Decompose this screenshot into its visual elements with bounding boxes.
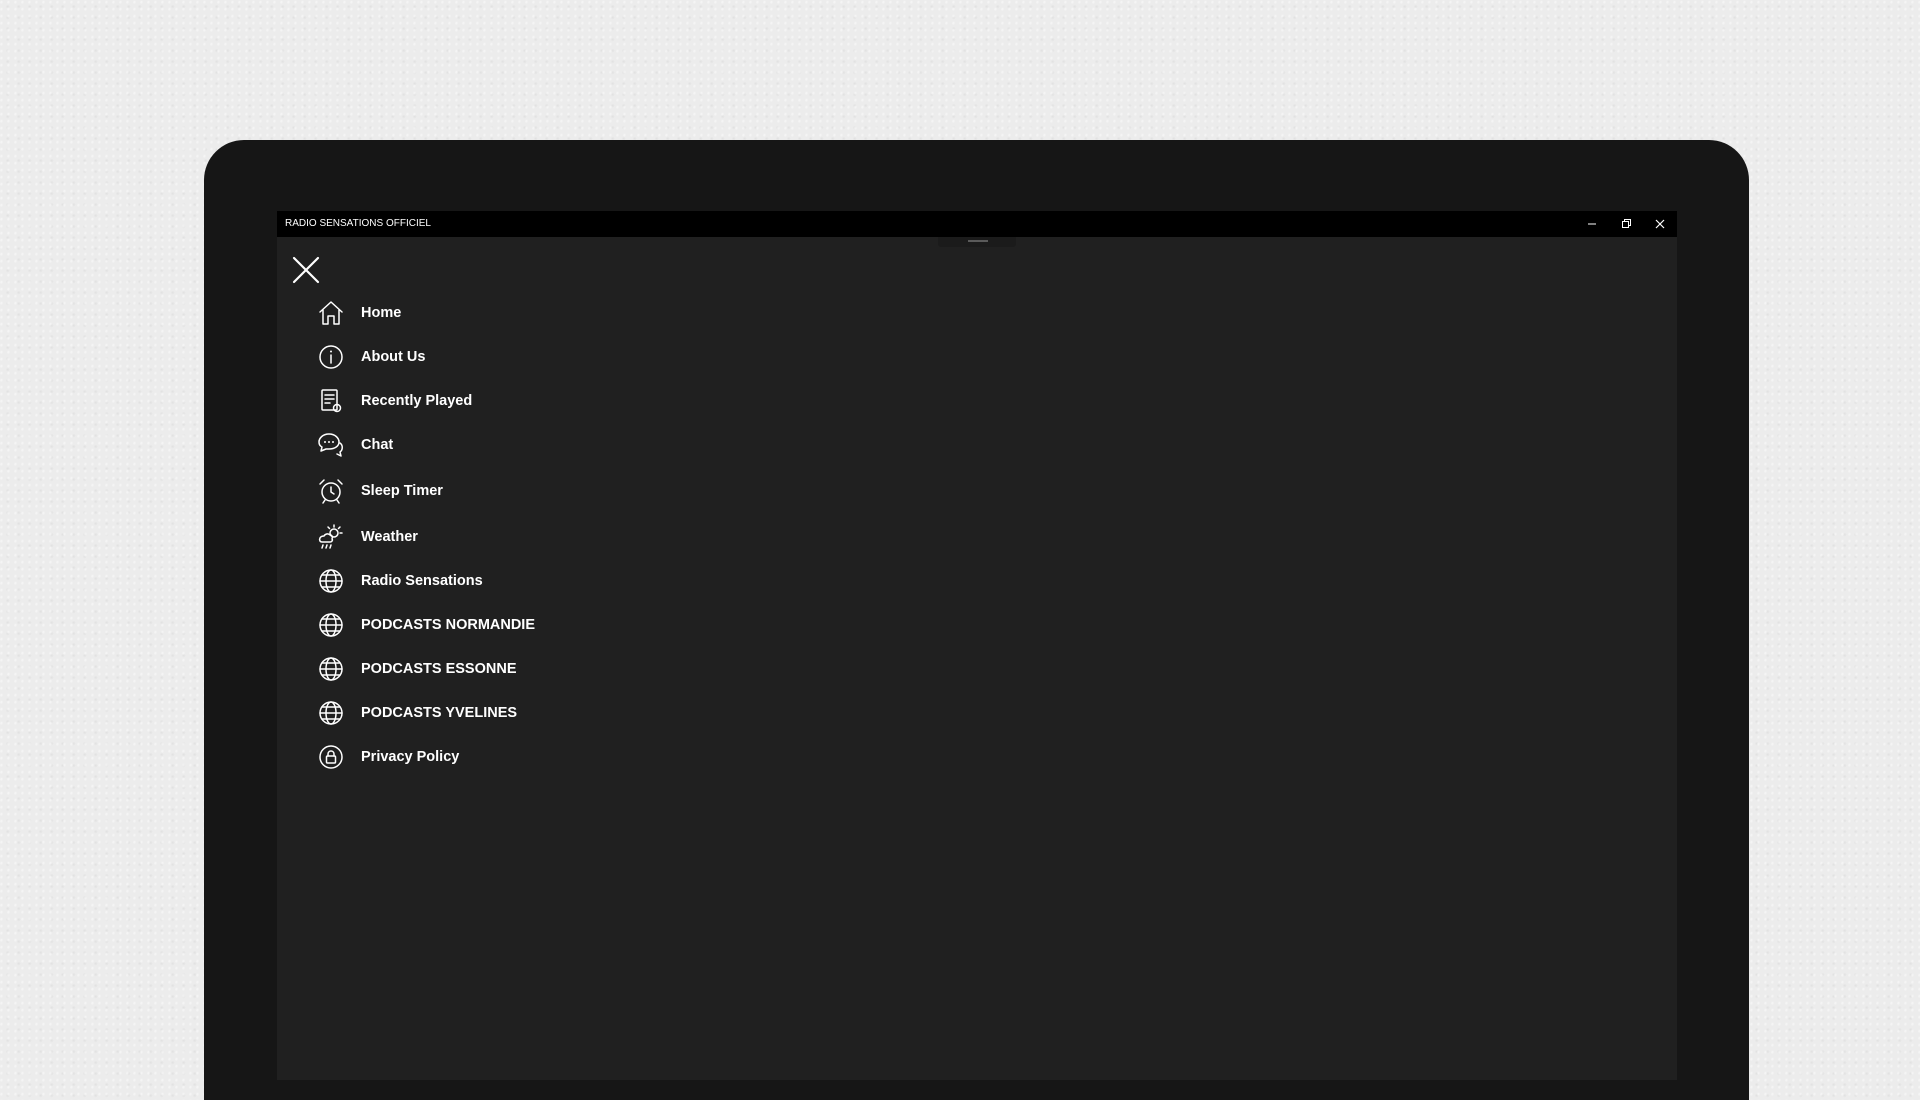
menu-item-label: PODCASTS YVELINES	[361, 705, 518, 721]
lock-icon	[317, 743, 345, 771]
menu-item-podcasts-yvelines[interactable]: PODCASTS YVELINES	[317, 691, 535, 735]
menu-item-label: Weather	[361, 529, 418, 545]
menu-item-label: Chat	[361, 437, 394, 453]
close-icon	[1655, 219, 1665, 229]
title-bar[interactable]: RADIO SENSATIONS OFFICIEL	[277, 211, 1677, 237]
drag-handle[interactable]	[938, 237, 1016, 247]
weather-icon	[317, 523, 345, 551]
close-window-button[interactable]	[1643, 211, 1677, 237]
recent-list-icon	[317, 387, 345, 415]
home-icon	[317, 299, 345, 327]
navigation-menu: Home About Us Recently Played Chat Sleep…	[317, 291, 535, 779]
menu-item-radio-sensations[interactable]: Radio Sensations	[317, 559, 535, 603]
menu-item-label: Home	[361, 305, 402, 321]
info-icon	[317, 343, 345, 371]
menu-item-label: Radio Sensations	[361, 573, 483, 589]
window-title: RADIO SENSATIONS OFFICIEL	[285, 218, 431, 229]
menu-item-label: PODCASTS NORMANDIE	[361, 617, 536, 633]
minimize-button[interactable]	[1575, 211, 1609, 237]
menu-item-label: About Us	[361, 349, 426, 365]
close-menu-button[interactable]	[291, 255, 321, 285]
restore-button[interactable]	[1609, 211, 1643, 237]
menu-item-home[interactable]: Home	[317, 291, 535, 335]
minimize-icon	[1588, 223, 1596, 225]
globe-icon	[317, 655, 345, 683]
menu-item-label: PODCASTS ESSONNE	[361, 661, 517, 677]
restore-icon	[1622, 219, 1631, 228]
menu-item-label: Privacy Policy	[361, 749, 460, 765]
chat-icon	[317, 431, 345, 459]
close-menu-icon	[292, 256, 320, 284]
menu-item-recently-played[interactable]: Recently Played	[317, 379, 535, 423]
menu-item-sleep-timer[interactable]: Sleep Timer	[317, 467, 535, 515]
globe-icon	[317, 699, 345, 727]
menu-item-weather[interactable]: Weather	[317, 515, 535, 559]
menu-item-chat[interactable]: Chat	[317, 423, 535, 467]
globe-icon	[317, 611, 345, 639]
app-window: RADIO SENSATIONS OFFICIEL Home About Us …	[277, 211, 1677, 1080]
globe-icon	[317, 567, 345, 595]
menu-item-podcasts-normandie[interactable]: PODCASTS NORMANDIE	[317, 603, 535, 647]
menu-item-label: Recently Played	[361, 393, 473, 409]
menu-item-label: Sleep Timer	[361, 483, 443, 499]
menu-item-about-us[interactable]: About Us	[317, 335, 535, 379]
menu-item-podcasts-essonne[interactable]: PODCASTS ESSONNE	[317, 647, 535, 691]
menu-item-privacy-policy[interactable]: Privacy Policy	[317, 735, 535, 779]
alarm-clock-icon	[317, 477, 345, 505]
